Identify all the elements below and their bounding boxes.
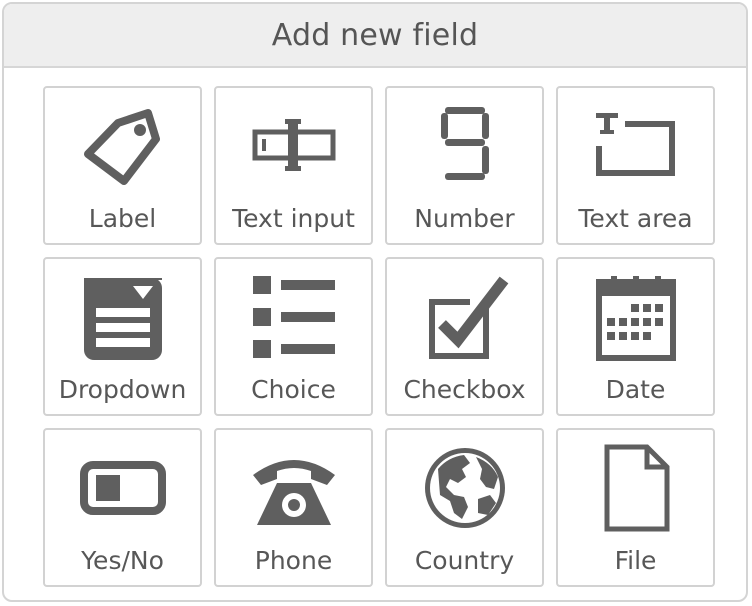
text-area-icon (558, 98, 713, 194)
toggle-icon (45, 440, 200, 536)
field-type-choice-text: Choice (251, 375, 336, 404)
field-type-phone-text: Phone (254, 546, 333, 575)
text-input-icon (216, 98, 371, 194)
tag-icon (45, 98, 200, 194)
field-type-country[interactable]: Country (385, 428, 544, 587)
list-icon (216, 269, 371, 365)
field-type-label[interactable]: Label (43, 86, 202, 245)
field-type-yes-no-text: Yes/No (81, 546, 164, 575)
field-type-number-text: Number (414, 204, 515, 233)
calendar-icon (558, 269, 713, 365)
field-type-date[interactable]: Date (556, 257, 715, 416)
add-field-dialog: Add new field Label Text input Number Te… (2, 2, 748, 602)
phone-icon (216, 440, 371, 536)
field-type-text-area[interactable]: Text area (556, 86, 715, 245)
dialog-title: Add new field (271, 17, 479, 53)
field-type-phone[interactable]: Phone (214, 428, 373, 587)
field-type-text-input-text: Text input (232, 204, 355, 233)
field-type-checkbox-text: Checkbox (403, 375, 526, 404)
checkbox-icon (387, 269, 542, 365)
field-type-grid: Label Text input Number Text area Dropdo… (43, 86, 715, 587)
field-type-dropdown[interactable]: Dropdown (43, 257, 202, 416)
field-type-file[interactable]: File (556, 428, 715, 587)
field-type-file-text: File (614, 546, 657, 575)
field-type-dropdown-text: Dropdown (58, 375, 187, 404)
field-type-label-text: Label (88, 204, 157, 233)
field-type-choice[interactable]: Choice (214, 257, 373, 416)
dropdown-icon (45, 269, 200, 365)
field-type-yes-no[interactable]: Yes/No (43, 428, 202, 587)
globe-icon (387, 440, 542, 536)
field-type-country-text: Country (414, 546, 515, 575)
field-type-number[interactable]: Number (385, 86, 544, 245)
file-icon (558, 440, 713, 536)
dialog-header: Add new field (4, 4, 746, 68)
field-type-text-input[interactable]: Text input (214, 86, 373, 245)
field-type-checkbox[interactable]: Checkbox (385, 257, 544, 416)
field-type-text-area-text: Text area (578, 204, 693, 233)
number-icon (387, 98, 542, 194)
field-type-date-text: Date (605, 375, 666, 404)
